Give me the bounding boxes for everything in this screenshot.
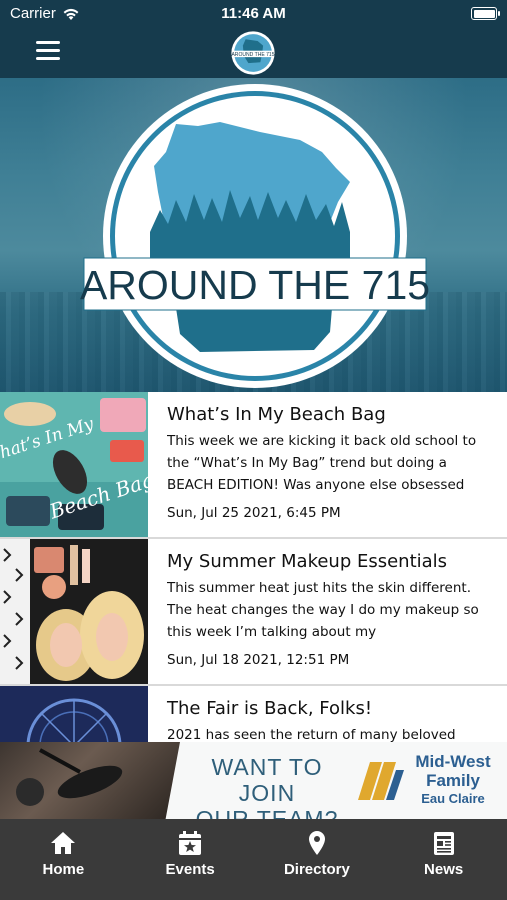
status-bar: Carrier 11:46 AM: [0, 0, 507, 28]
ad-headline-line: OUR TEAM?: [195, 806, 339, 819]
ad-brand-line: Family: [426, 771, 480, 790]
tab-events[interactable]: Events: [127, 819, 254, 900]
advertisement-banner[interactable]: WANT TO JOIN OUR TEAM? Mid-West Family E…: [0, 742, 507, 819]
around-the-715-logo: AROUND THE 715: [80, 84, 430, 388]
post-excerpt: 2021 has seen the return of many beloved: [167, 727, 456, 742]
map-pin-icon: [308, 831, 325, 855]
ad-brand-line: Eau Claire: [421, 791, 485, 806]
battery-icon: [471, 7, 500, 20]
tab-label: Events: [165, 861, 215, 878]
brand-logo-icon: [358, 762, 404, 800]
tab-label: News: [424, 861, 464, 878]
post-title: What’s In My Beach Bag: [167, 404, 386, 425]
home-icon: [51, 832, 76, 854]
ad-brand-line: Mid-West: [415, 752, 491, 771]
post-date: Sun, Jul 18 2021, 12:51 PM: [167, 652, 350, 668]
post-item[interactable]: What’s In My Beach Bag What’s In My Beac…: [0, 392, 507, 539]
ad-headline-line: WANT TO JOIN: [211, 754, 323, 806]
tab-bar: Home Events Directory News: [0, 819, 507, 900]
post-title: The Fair is Back, Folks!: [167, 698, 373, 719]
menu-icon-line: [36, 49, 60, 52]
menu-icon-line: [36, 41, 60, 44]
tab-label: Home: [42, 861, 85, 878]
ad-image: [0, 742, 180, 819]
post-item[interactable]: The Fair is Back, Folks! 2021 has seen t…: [0, 686, 507, 742]
menu-icon-line: [36, 57, 60, 60]
post-thumbnail: What’s In My Beach Bag: [0, 392, 148, 537]
tab-label: Directory: [283, 861, 350, 878]
tab-directory[interactable]: Directory: [254, 819, 381, 900]
app-logo-small-text: AROUND THE 715: [231, 52, 274, 58]
ad-headline: WANT TO JOIN OUR TEAM?: [182, 754, 352, 819]
post-title: My Summer Makeup Essentials: [167, 551, 448, 572]
post-thumbnail: [0, 686, 148, 742]
post-thumbnail: [0, 539, 148, 684]
ad-brand: Mid-West Family Eau Claire: [403, 752, 503, 807]
post-excerpt: This summer heat just hits the skin diff…: [167, 580, 479, 640]
app-logo-small[interactable]: AROUND THE 715: [229, 30, 277, 76]
post-date: Sun, Jul 25 2021, 6:45 PM: [167, 505, 341, 521]
nav-bar: AROUND THE 715: [0, 28, 507, 78]
hero-banner: AROUND THE 715: [0, 78, 507, 392]
newspaper-icon: [433, 832, 454, 855]
post-item[interactable]: My Summer Makeup Essentials This summer …: [0, 539, 507, 686]
post-excerpt: This week we are kicking it back old sch…: [167, 433, 477, 493]
tab-home[interactable]: Home: [0, 819, 127, 900]
hero-logo-text: AROUND THE 715: [80, 262, 430, 308]
tab-news[interactable]: News: [380, 819, 507, 900]
menu-button[interactable]: [36, 41, 60, 61]
news-feed[interactable]: What’s In My Beach Bag What’s In My Beac…: [0, 392, 507, 742]
calendar-star-icon: [179, 831, 202, 855]
clock: 11:46 AM: [221, 5, 286, 22]
